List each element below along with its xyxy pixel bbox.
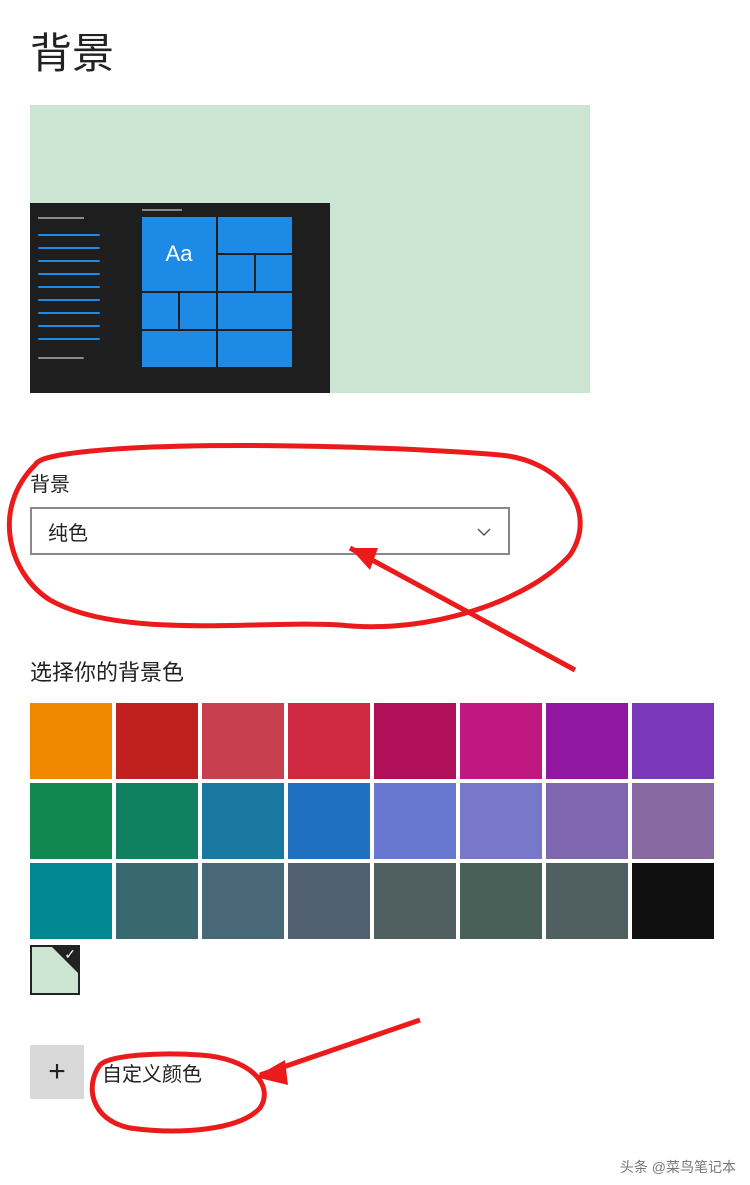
color-swatch-2[interactable] xyxy=(202,703,284,779)
color-swatch-15[interactable] xyxy=(632,783,714,859)
add-custom-color-button[interactable]: + xyxy=(30,1045,84,1099)
custom-color-label: 自定义颜色 xyxy=(102,1058,202,1087)
color-swatch-5[interactable] xyxy=(460,703,542,779)
color-swatch-1[interactable] xyxy=(116,703,198,779)
palette-label: 选择你的背景色 xyxy=(30,655,720,687)
color-swatch-8[interactable] xyxy=(30,783,112,859)
color-swatch-0[interactable] xyxy=(30,703,112,779)
color-swatch-19[interactable] xyxy=(288,863,370,939)
plus-icon: + xyxy=(48,1055,66,1089)
watermark-text: 头条 @菜鸟笔记本 xyxy=(620,1157,736,1177)
selected-color-swatch[interactable]: ✓ xyxy=(30,945,80,995)
background-label: 背景 xyxy=(30,468,720,497)
color-swatch-10[interactable] xyxy=(202,783,284,859)
desktop-preview: Aa xyxy=(30,105,590,393)
preview-tiles: Aa xyxy=(142,211,300,385)
color-swatch-22[interactable] xyxy=(546,863,628,939)
background-dropdown-value: 纯色 xyxy=(48,517,88,546)
preview-menu-list xyxy=(38,211,120,385)
color-swatch-17[interactable] xyxy=(116,863,198,939)
color-swatch-4[interactable] xyxy=(374,703,456,779)
color-swatch-3[interactable] xyxy=(288,703,370,779)
color-swatch-12[interactable] xyxy=(374,783,456,859)
color-swatch-13[interactable] xyxy=(460,783,542,859)
color-swatch-14[interactable] xyxy=(546,783,628,859)
preview-start-menu: Aa xyxy=(30,203,330,393)
color-swatch-11[interactable] xyxy=(288,783,370,859)
checkmark-icon: ✓ xyxy=(64,947,76,961)
color-swatch-16[interactable] xyxy=(30,863,112,939)
color-swatch-21[interactable] xyxy=(460,863,542,939)
color-swatch-9[interactable] xyxy=(116,783,198,859)
color-swatch-18[interactable] xyxy=(202,863,284,939)
page-title: 背景 xyxy=(30,20,720,81)
chevron-down-icon xyxy=(476,523,492,539)
color-palette xyxy=(30,703,718,939)
preview-tile-aa: Aa xyxy=(142,217,216,291)
color-swatch-20[interactable] xyxy=(374,863,456,939)
color-swatch-6[interactable] xyxy=(546,703,628,779)
color-swatch-7[interactable] xyxy=(632,703,714,779)
color-swatch-23[interactable] xyxy=(632,863,714,939)
background-dropdown[interactable]: 纯色 xyxy=(30,507,510,555)
